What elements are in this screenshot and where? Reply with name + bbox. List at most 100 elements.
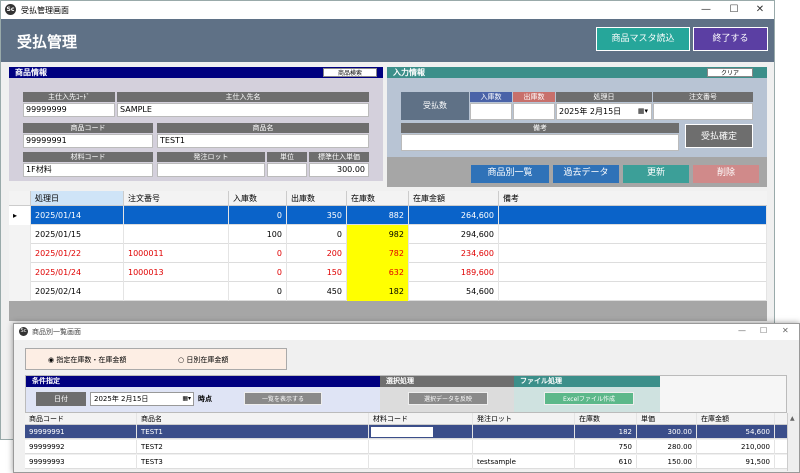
product-master-button[interactable]: 商品マスタ読込 [596,27,690,51]
col-header-out[interactable]: 出庫数 [287,191,347,206]
minimize-button[interactable]: — [693,2,719,18]
product-search-button[interactable]: 商品検索 [323,68,377,77]
sub-col-code[interactable]: 商品コード [25,413,137,425]
sub-cell-stock[interactable]: 610 [575,455,637,469]
sub-cell-code[interactable]: 99999993 [25,455,137,469]
sub-close-button[interactable]: ✕ [782,326,789,335]
cell-in[interactable]: 0 [229,244,287,263]
cell-in[interactable]: 100 [229,225,287,244]
cell-stock[interactable]: 882 [347,206,409,225]
row-indicator[interactable] [9,244,31,263]
sub-cell-price[interactable]: 300.00 [637,425,697,439]
sub-date-picker[interactable]: 2025年 2月15日 ▦▾ [90,392,194,406]
delete-button[interactable]: 削除 [693,165,759,183]
cell-in[interactable]: 0 [229,282,287,301]
cell-date[interactable]: 2025/01/15 [31,225,124,244]
cell-in[interactable]: 0 [229,263,287,282]
table-row[interactable]: ▸ 2025/01/14 0 350 882 264,600 [9,206,767,225]
cell-note[interactable] [499,244,767,263]
sub-cell-stock[interactable]: 182 [575,425,637,439]
material-edit-box[interactable] [371,442,433,452]
list-item[interactable]: 99999991 TEST1 182 300.00 54,600 [25,425,787,439]
sub-cell-lot[interactable] [473,425,575,439]
list-item[interactable]: 99999992 TEST2 750 280.00 210,000 [25,440,787,454]
maximize-button[interactable]: ☐ [721,2,747,18]
cell-order[interactable]: 1000011 [124,244,229,263]
clear-button[interactable]: クリア [707,68,753,77]
cell-amount[interactable]: 54,600 [409,282,499,301]
sub-cell-name[interactable]: TEST1 [137,425,369,439]
sub-cell-amount[interactable]: 54,600 [697,425,775,439]
show-list-button[interactable]: 一覧を表示する [244,392,322,405]
supplier-code-field[interactable]: 99999999 [23,103,115,117]
scroll-up-icon[interactable]: ▲ [790,415,795,422]
col-header-in[interactable]: 入庫数 [229,191,287,206]
sub-col-lot[interactable]: 発注ロット [473,413,575,425]
cell-date[interactable]: 2025/02/14 [31,282,124,301]
confirm-button[interactable]: 受払確定 [685,124,753,148]
cell-out[interactable]: 450 [287,282,347,301]
order-no-input[interactable] [653,103,753,120]
cell-note[interactable] [499,263,767,282]
excel-export-button[interactable]: Excelファイル作成 [544,392,634,405]
sub-col-name[interactable]: 商品名 [137,413,369,425]
col-header-order[interactable]: 注文番号 [124,191,229,206]
col-header-date[interactable]: 処理日 [31,191,124,206]
row-indicator[interactable] [9,263,31,282]
sub-cell-material[interactable] [369,425,473,439]
cell-stock[interactable]: 782 [347,244,409,263]
cell-note[interactable] [499,206,767,225]
cell-stock[interactable]: 632 [347,263,409,282]
sub-cell-code[interactable]: 99999992 [25,440,137,454]
sub-col-material[interactable]: 材料コード [369,413,473,425]
cell-amount[interactable]: 234,600 [409,244,499,263]
list-item[interactable]: 99999993 TEST3 testsample 610 150.00 91,500 [25,455,787,469]
cell-out[interactable]: 350 [287,206,347,225]
material-edit-box[interactable] [371,457,433,467]
cell-order[interactable] [124,206,229,225]
cell-note[interactable] [499,225,767,244]
past-data-button[interactable]: 過去データ [553,165,619,183]
sub-col-price[interactable]: 単価 [637,413,697,425]
sub-cell-material[interactable] [369,455,473,469]
cell-out[interactable]: 150 [287,263,347,282]
cell-in[interactable]: 0 [229,206,287,225]
cell-order[interactable] [124,225,229,244]
radio-specified[interactable]: ◉ 指定在庫数・在庫金額 [48,355,126,365]
out-qty-input[interactable] [513,103,555,120]
cell-note[interactable] [499,282,767,301]
sub-minimize-button[interactable]: — [738,326,746,335]
sub-col-stock[interactable]: 在庫数 [575,413,637,425]
update-button[interactable]: 更新 [623,165,689,183]
sub-cell-stock[interactable]: 750 [575,440,637,454]
sub-cell-name[interactable]: TEST2 [137,440,369,454]
close-button[interactable]: ✕ [747,2,773,18]
row-indicator[interactable]: ▸ [9,206,31,225]
exit-button[interactable]: 終了する [693,27,768,51]
sub-cell-price[interactable]: 150.00 [637,455,697,469]
cell-stock[interactable]: 982 [347,225,409,244]
sub-cell-name[interactable]: TEST3 [137,455,369,469]
by-product-list-button[interactable]: 商品別一覧 [471,165,549,183]
cell-out[interactable]: 0 [287,225,347,244]
sub-cell-price[interactable]: 280.00 [637,440,697,454]
radio-daily[interactable]: ○ 日別在庫金額 [178,355,228,365]
sub-cell-amount[interactable]: 210,000 [697,440,775,454]
sub-cell-amount[interactable]: 91,500 [697,455,775,469]
cell-order[interactable]: 1000013 [124,263,229,282]
cell-amount[interactable]: 294,600 [409,225,499,244]
table-row[interactable]: 2025/01/15 100 0 982 294,600 [9,225,767,244]
cell-amount[interactable]: 264,600 [409,206,499,225]
row-indicator[interactable] [9,282,31,301]
cell-stock[interactable]: 182 [347,282,409,301]
table-row[interactable]: 2025/02/14 0 450 182 54,600 [9,282,767,301]
sub-maximize-button[interactable]: ☐ [760,326,767,335]
sub-cell-lot[interactable]: testsample [473,455,575,469]
material-edit-box[interactable] [371,427,433,437]
col-header-note[interactable]: 備考 [499,191,767,206]
table-row[interactable]: 2025/01/22 1000011 0 200 782 234,600 [9,244,767,263]
process-date-picker[interactable]: 2025年 2月15日 ▦▾ [556,103,652,120]
cell-order[interactable] [124,282,229,301]
sub-cell-code[interactable]: 99999991 [25,425,137,439]
table-row[interactable]: 2025/01/24 1000013 0 150 632 189,600 [9,263,767,282]
